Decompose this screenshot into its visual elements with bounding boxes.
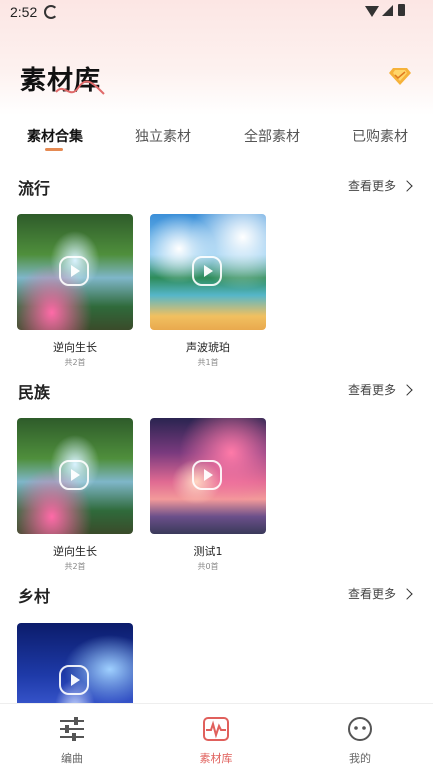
waveform-icon (203, 717, 229, 741)
category-tabs: 素材合集 独立素材 全部素材 已购素材 (0, 126, 433, 156)
collection-thumbnail (150, 418, 266, 534)
tab-individual[interactable]: 独立素材 (135, 126, 191, 146)
collection-thumbnail (150, 214, 266, 330)
collection-thumbnail (17, 214, 133, 330)
bottom-navigation: 编曲 素材库 我的 (0, 703, 433, 770)
nav-label: 编曲 (61, 752, 83, 765)
collection-card[interactable] (17, 623, 133, 703)
chevron-right-icon (401, 384, 413, 396)
section-title-country: 乡村 (18, 587, 51, 606)
tab-collections[interactable]: 素材合集 (27, 126, 83, 146)
collection-card[interactable]: 测试1 共0首 (150, 418, 266, 572)
collection-card[interactable]: 逆向生长 共2首 (17, 214, 133, 368)
play-icon[interactable] (59, 256, 89, 286)
diamond-icon[interactable] (389, 66, 411, 86)
collection-count: 共1首 (197, 358, 219, 367)
collection-title: 测试1 (193, 545, 223, 558)
signal-icon (382, 5, 393, 16)
status-bar: 2:52 (0, 0, 433, 26)
tab-active-indicator (45, 148, 63, 151)
chevron-right-icon (401, 180, 413, 192)
collection-card[interactable]: 声波琥珀 共1首 (150, 214, 266, 368)
see-more-label: 查看更多 (347, 179, 396, 193)
see-more-country[interactable]: 查看更多 (347, 585, 413, 602)
nav-label: 我的 (349, 752, 371, 765)
see-more-ethnic[interactable]: 查看更多 (347, 381, 413, 398)
collection-title: 逆向生长 (53, 341, 97, 354)
collection-card[interactable]: 逆向生长 共2首 (17, 418, 133, 572)
collection-title: 逆向生长 (53, 545, 97, 558)
nav-item-profile[interactable]: 我的 (288, 704, 432, 770)
collection-thumbnail (17, 623, 133, 703)
see-more-label: 查看更多 (347, 587, 396, 601)
chevron-right-icon (401, 588, 413, 600)
sliders-icon (60, 717, 84, 741)
wifi-icon (365, 6, 379, 17)
collection-count: 共2首 (64, 358, 86, 367)
collection-title: 声波琥珀 (186, 341, 230, 354)
play-icon[interactable] (192, 460, 222, 490)
nav-item-library[interactable]: 素材库 (144, 704, 288, 770)
section-title-ethnic: 民族 (18, 383, 51, 402)
collection-count: 共0首 (197, 562, 219, 571)
sync-icon (44, 5, 58, 19)
nav-item-arrange[interactable]: 编曲 (0, 704, 144, 770)
face-icon (348, 717, 372, 741)
status-time: 2:52 (10, 4, 38, 20)
section-title-popular: 流行 (18, 179, 51, 198)
title-decoration-icon (55, 80, 105, 95)
collection-count: 共2首 (64, 562, 86, 571)
play-icon[interactable] (59, 460, 89, 490)
see-more-popular[interactable]: 查看更多 (347, 177, 413, 194)
nav-label: 素材库 (199, 752, 233, 765)
tab-all[interactable]: 全部素材 (244, 126, 300, 146)
play-icon[interactable] (192, 256, 222, 286)
collection-thumbnail (17, 418, 133, 534)
battery-icon (398, 4, 405, 16)
tab-purchased[interactable]: 已购素材 (352, 126, 408, 146)
see-more-label: 查看更多 (347, 383, 396, 397)
play-icon[interactable] (59, 665, 89, 695)
